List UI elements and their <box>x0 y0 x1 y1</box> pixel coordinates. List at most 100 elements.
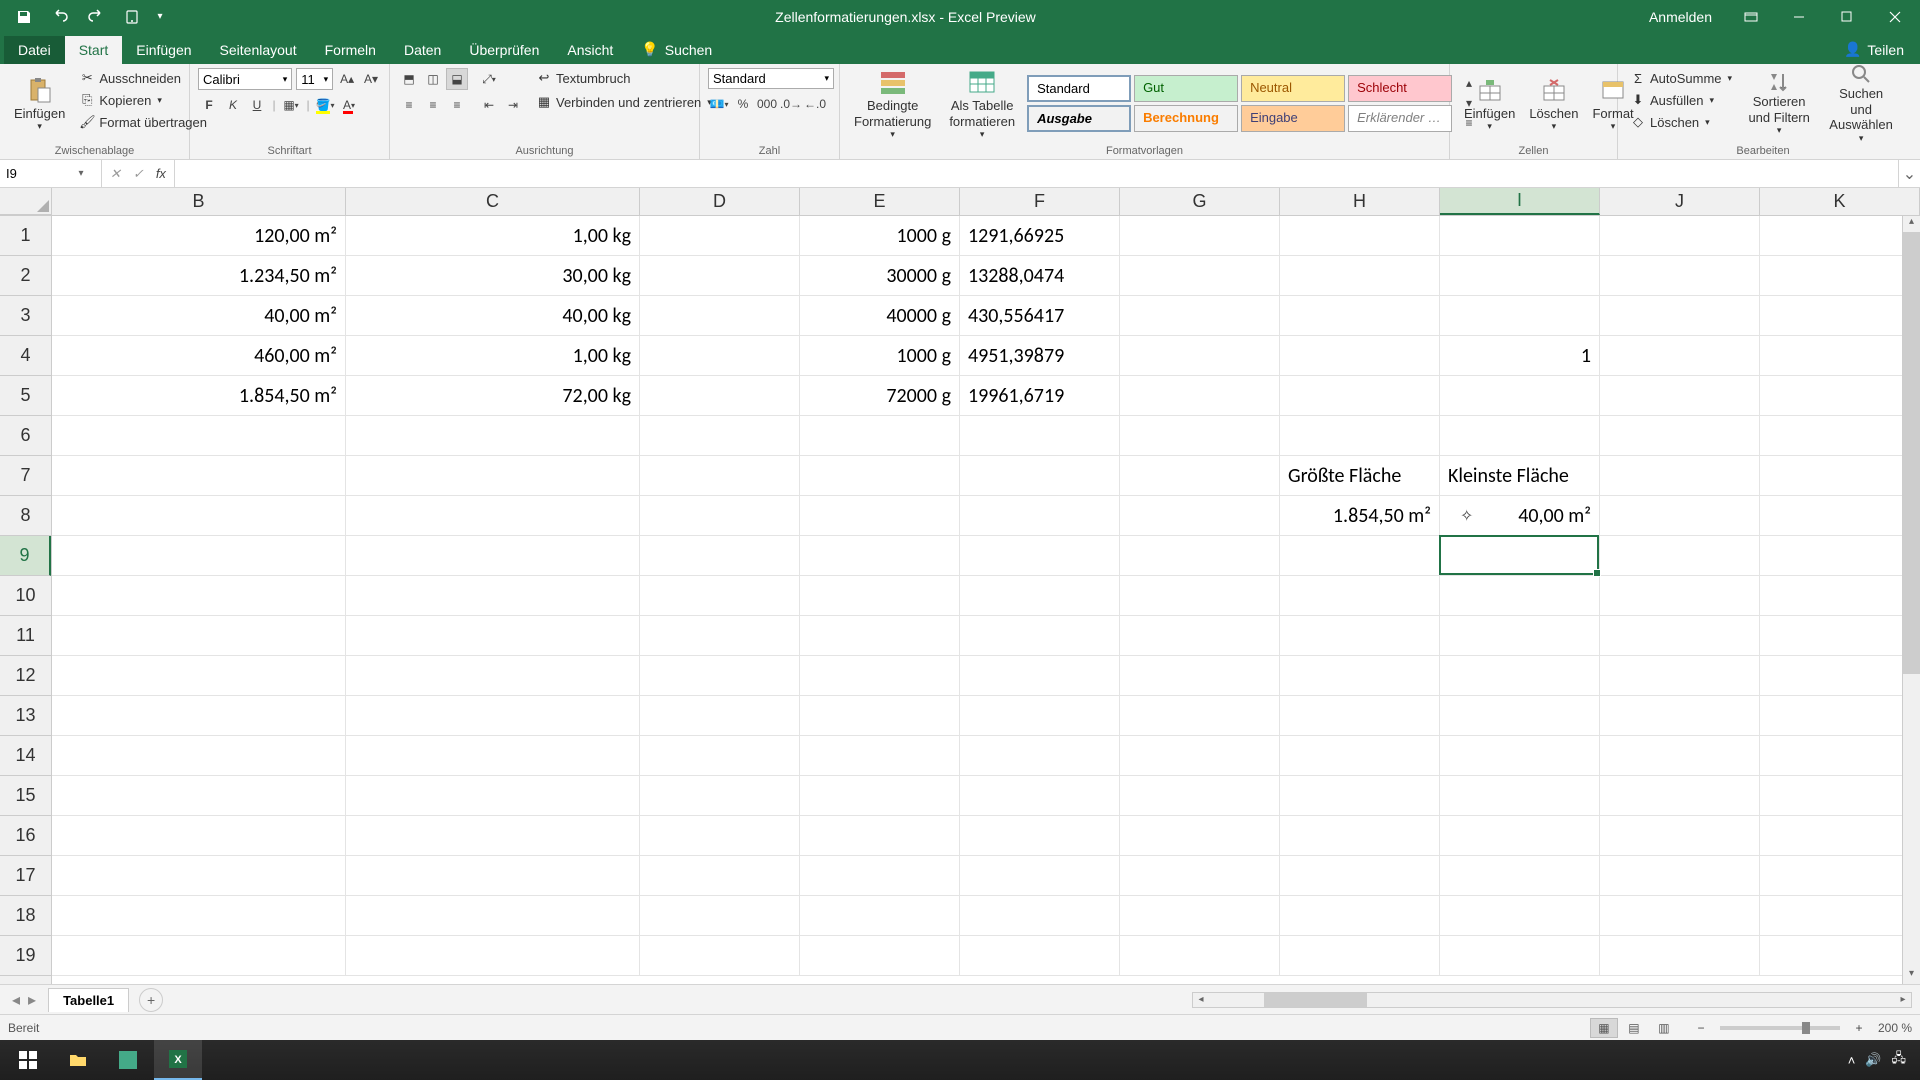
col-header-G[interactable]: G <box>1120 188 1280 215</box>
col-header-C[interactable]: C <box>346 188 640 215</box>
tab-daten[interactable]: Daten <box>390 36 455 64</box>
col-header-J[interactable]: J <box>1600 188 1760 215</box>
cell-J17[interactable] <box>1600 856 1760 896</box>
orientation-icon[interactable]: ⤢▾ <box>478 68 500 90</box>
row-header-6[interactable]: 6 <box>0 416 51 456</box>
cell-B8[interactable] <box>52 496 346 536</box>
cell-H12[interactable] <box>1280 656 1440 696</box>
accounting-format-icon[interactable]: 💶▾ <box>708 93 730 115</box>
cell-H14[interactable] <box>1280 736 1440 776</box>
cell-K2[interactable] <box>1760 256 1920 296</box>
zoom-thumb[interactable] <box>1802 1022 1810 1034</box>
cell-D19[interactable] <box>640 936 800 976</box>
cell-J5[interactable] <box>1600 376 1760 416</box>
cell-I17[interactable] <box>1440 856 1600 896</box>
cell-B15[interactable] <box>52 776 346 816</box>
cell-G3[interactable] <box>1120 296 1280 336</box>
cell-I1[interactable] <box>1440 216 1600 256</box>
row-header-4[interactable]: 4 <box>0 336 51 376</box>
row-header-12[interactable]: 12 <box>0 656 51 696</box>
page-break-view-icon[interactable]: ▥ <box>1650 1018 1678 1038</box>
underline-button[interactable]: U <box>246 94 268 116</box>
start-button[interactable] <box>4 1040 52 1080</box>
cell-J12[interactable] <box>1600 656 1760 696</box>
row-header-2[interactable]: 2 <box>0 256 51 296</box>
cell-B3[interactable]: 40,00 m² <box>52 296 346 336</box>
cell-H5[interactable] <box>1280 376 1440 416</box>
decrease-decimal-icon[interactable]: ←.0 <box>804 93 826 115</box>
cell-C15[interactable] <box>346 776 640 816</box>
row-header-19[interactable]: 19 <box>0 936 51 976</box>
file-explorer-icon[interactable] <box>54 1040 102 1080</box>
touch-mode-icon[interactable] <box>116 2 148 32</box>
cell-E3[interactable]: 40000 g <box>800 296 960 336</box>
cell-E15[interactable] <box>800 776 960 816</box>
cell-F2[interactable]: 13288,0474 <box>960 256 1120 296</box>
cell-D11[interactable] <box>640 616 800 656</box>
row-header-10[interactable]: 10 <box>0 576 51 616</box>
hscroll-thumb[interactable] <box>1264 993 1367 1007</box>
style-gut[interactable]: Gut <box>1134 75 1238 102</box>
name-box-input[interactable] <box>0 164 72 183</box>
col-header-F[interactable]: F <box>960 188 1120 215</box>
save-icon[interactable] <box>8 2 40 32</box>
cell-J15[interactable] <box>1600 776 1760 816</box>
cell-D15[interactable] <box>640 776 800 816</box>
scroll-up-icon[interactable]: ▴ <box>1903 216 1920 232</box>
cell-I13[interactable] <box>1440 696 1600 736</box>
conditional-formatting-button[interactable]: Bedingte Formatierung▾ <box>848 62 937 144</box>
align-center-icon[interactable]: ≡ <box>422 94 444 116</box>
cell-F19[interactable] <box>960 936 1120 976</box>
font-color-button[interactable]: A▾ <box>338 94 360 116</box>
row-header-7[interactable]: 7 <box>0 456 51 496</box>
style-erklaerender[interactable]: Erklärender … <box>1348 105 1452 132</box>
cell-K3[interactable] <box>1760 296 1920 336</box>
cell-C8[interactable] <box>346 496 640 536</box>
cell-K9[interactable] <box>1760 536 1920 576</box>
close-icon[interactable] <box>1872 0 1918 33</box>
cell-J16[interactable] <box>1600 816 1760 856</box>
cell-H16[interactable] <box>1280 816 1440 856</box>
paste-button[interactable]: Einfügen▾ <box>8 68 71 138</box>
cell-F10[interactable] <box>960 576 1120 616</box>
cell-K1[interactable] <box>1760 216 1920 256</box>
fx-icon[interactable]: fx <box>152 166 170 181</box>
cell-K17[interactable] <box>1760 856 1920 896</box>
cell-E4[interactable]: 1000 g <box>800 336 960 376</box>
align-right-icon[interactable]: ≡ <box>446 94 468 116</box>
comma-format-icon[interactable]: 000 <box>756 93 778 115</box>
page-layout-view-icon[interactable]: ▤ <box>1620 1018 1648 1038</box>
style-eingabe[interactable]: Eingabe <box>1241 105 1345 132</box>
cell-I9[interactable] <box>1440 536 1600 576</box>
col-header-B[interactable]: B <box>52 188 346 215</box>
cell-E6[interactable] <box>800 416 960 456</box>
fill-color-button[interactable]: 🪣▾ <box>314 94 336 116</box>
cell-K4[interactable] <box>1760 336 1920 376</box>
cell-F15[interactable] <box>960 776 1120 816</box>
cell-C3[interactable]: 40,00 kg <box>346 296 640 336</box>
row-header-5[interactable]: 5 <box>0 376 51 416</box>
add-sheet-button[interactable]: + <box>139 988 163 1012</box>
tab-ueberpruefen[interactable]: Überprüfen <box>455 36 553 64</box>
delete-cells-button[interactable]: Löschen▾ <box>1523 68 1584 138</box>
qat-customize-icon[interactable]: ▾ <box>152 2 168 32</box>
cell-J2[interactable] <box>1600 256 1760 296</box>
cell-F9[interactable] <box>960 536 1120 576</box>
cell-E17[interactable] <box>800 856 960 896</box>
undo-icon[interactable] <box>44 2 76 32</box>
cell-G16[interactable] <box>1120 816 1280 856</box>
cell-J13[interactable] <box>1600 696 1760 736</box>
cell-B5[interactable]: 1.854,50 m² <box>52 376 346 416</box>
cell-B1[interactable]: 120,00 m² <box>52 216 346 256</box>
cell-K11[interactable] <box>1760 616 1920 656</box>
cell-J8[interactable] <box>1600 496 1760 536</box>
tray-volume-icon[interactable]: 🔊 <box>1865 1052 1881 1068</box>
cell-F3[interactable]: 430,556417 <box>960 296 1120 336</box>
cell-H13[interactable] <box>1280 696 1440 736</box>
cell-G14[interactable] <box>1120 736 1280 776</box>
maximize-icon[interactable] <box>1824 0 1870 33</box>
excel-taskbar-icon[interactable]: X <box>154 1040 202 1080</box>
shrink-font-icon[interactable]: A▾ <box>361 68 381 90</box>
style-standard[interactable]: Standard <box>1027 75 1131 102</box>
cell-E18[interactable] <box>800 896 960 936</box>
